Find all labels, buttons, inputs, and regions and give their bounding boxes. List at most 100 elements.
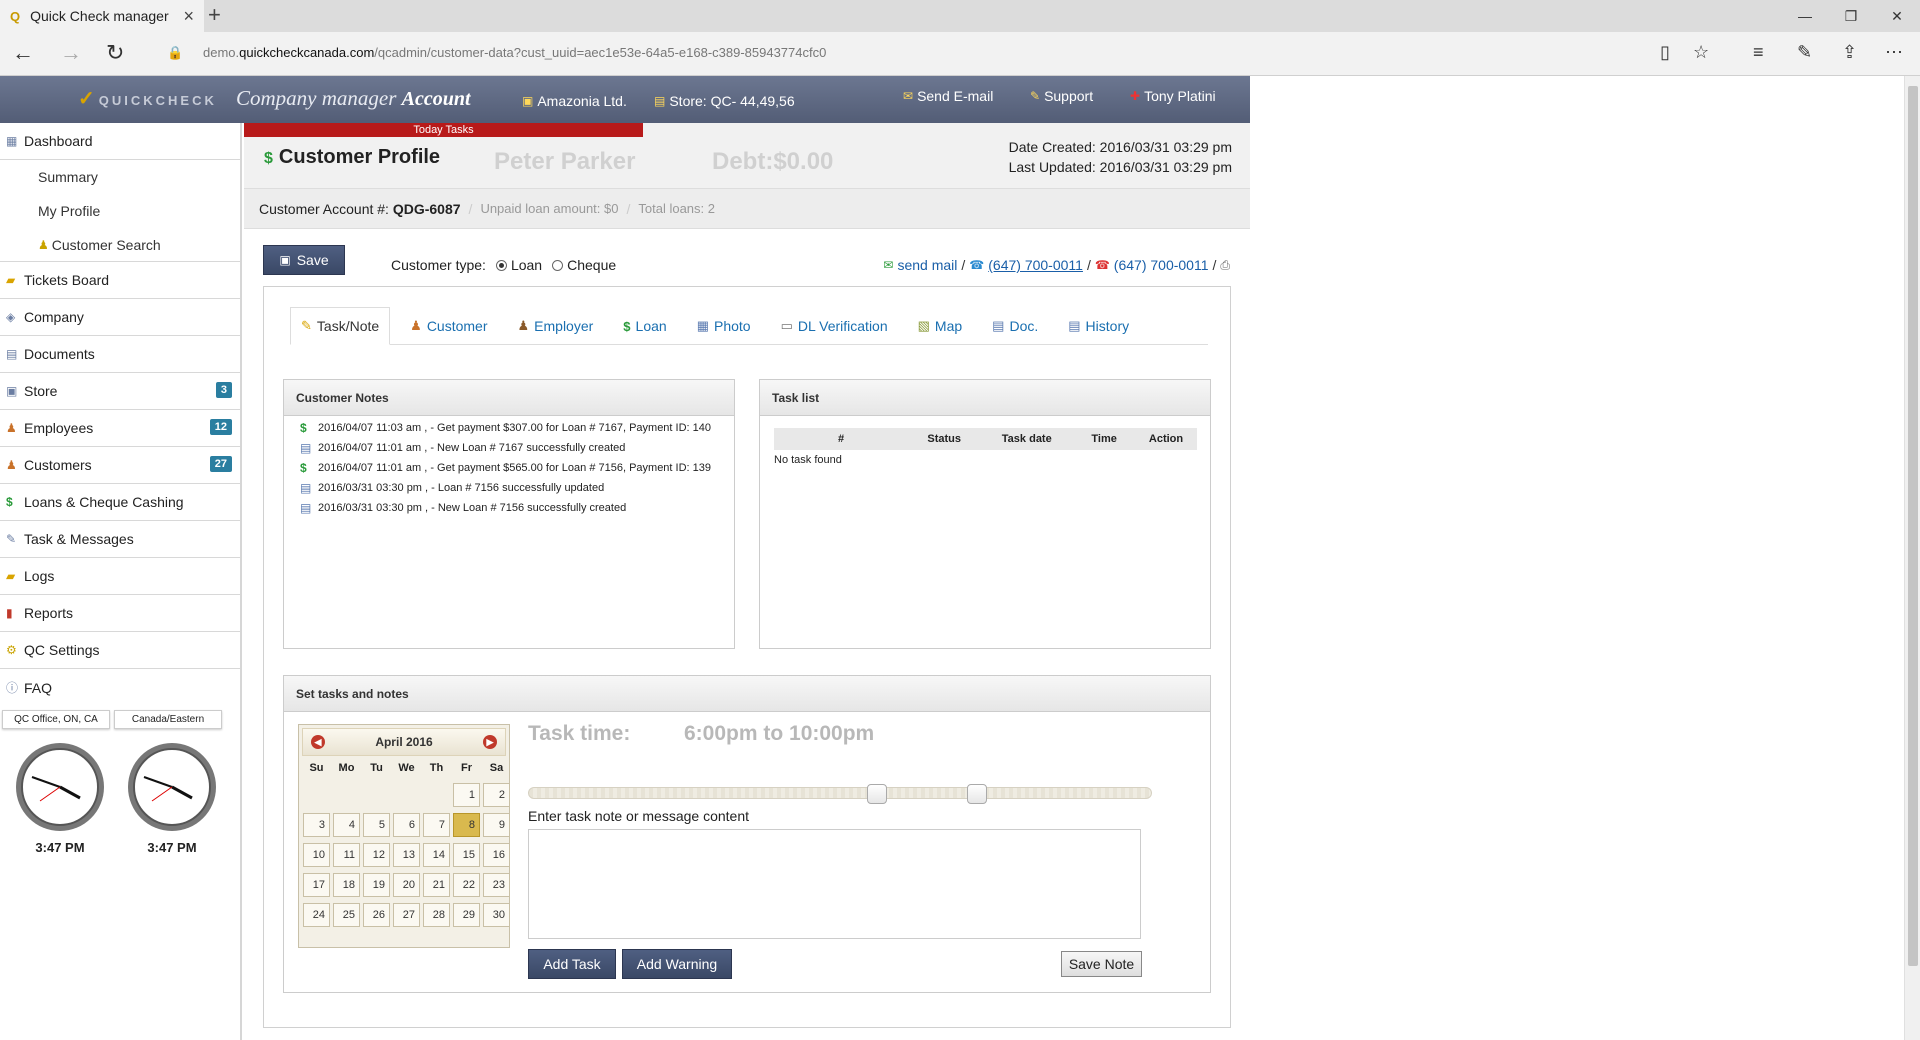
sidebar-item-tickets-board[interactable]: ▰ Tickets Board	[0, 262, 240, 299]
browser-tab[interactable]: Q Quick Check manager ×	[0, 0, 204, 32]
task-note-textarea[interactable]	[528, 829, 1141, 939]
new-tab-icon[interactable]: +	[208, 2, 221, 28]
tab-loan[interactable]: $ Loan	[613, 307, 676, 345]
close-tab-icon[interactable]: ×	[183, 6, 194, 27]
calendar-day[interactable]: 14	[423, 843, 450, 867]
sidebar-sub-customer-search[interactable]: ♟ Customer Search	[0, 228, 240, 262]
calendar-day[interactable]: 7	[423, 813, 450, 837]
calendar-day[interactable]: 19	[363, 873, 390, 897]
prev-month-icon[interactable]: ◀	[311, 735, 325, 749]
store-indicator[interactable]: ▤ Store: QC- 44,49,56	[654, 93, 795, 109]
add-warning-button[interactable]: Add Warning	[622, 949, 732, 979]
sidebar-item-dashboard[interactable]: ▦ Dashboard	[0, 123, 240, 160]
cheque-radio[interactable]	[552, 259, 564, 271]
loan-radio[interactable]	[495, 259, 507, 271]
reading-view-icon[interactable]: ▯	[1660, 42, 1670, 63]
calendar-day[interactable]: 6	[393, 813, 420, 837]
send-mail-link[interactable]: send mail	[897, 257, 957, 273]
url-field[interactable]: demo.quickcheckcanada.com/qcadmin/custom…	[203, 45, 826, 60]
more-icon[interactable]: ⋯	[1885, 42, 1903, 63]
calendar-day[interactable]: 8	[453, 813, 480, 837]
today-tasks-bar[interactable]: Today Tasks	[244, 123, 643, 137]
add-task-button[interactable]: Add Task	[528, 949, 616, 979]
slider-start-handle[interactable]	[867, 784, 888, 804]
send-email-link[interactable]: ✉ Send E-mail	[903, 88, 993, 104]
task-time-slider[interactable]	[528, 784, 1152, 804]
calendar-day[interactable]: 13	[393, 843, 420, 867]
calendar-day[interactable]: 26	[363, 903, 390, 927]
sidebar-item-logs[interactable]: ▰ Logs	[0, 558, 240, 595]
calendar-day[interactable]: 28	[423, 903, 450, 927]
calendar-day[interactable]: 1	[453, 783, 480, 807]
favorite-star-icon[interactable]: ☆	[1693, 42, 1709, 63]
sidebar-item-faq[interactable]: ⓘ FAQ	[0, 669, 240, 706]
calendar-day[interactable]: 9	[483, 813, 510, 837]
tab-customer[interactable]: ♟ Customer	[400, 307, 497, 345]
scrollbar-thumb[interactable]	[1908, 86, 1918, 966]
calendar-day[interactable]: 25	[333, 903, 360, 927]
sidebar-item-employees[interactable]: ♟ Employees 12	[0, 410, 240, 447]
save-note-button[interactable]: Save Note	[1061, 951, 1142, 977]
tab-doc[interactable]: ▤ Doc.	[982, 307, 1048, 345]
minimize-icon[interactable]: —	[1782, 0, 1828, 32]
sidebar-item-company[interactable]: ◈ Company	[0, 299, 240, 336]
calendar-day[interactable]: 30	[483, 903, 510, 927]
tab-map[interactable]: ▧ Map	[908, 307, 973, 345]
timezone-office[interactable]: QC Office, ON, CA	[2, 710, 110, 729]
print-icon[interactable]: ⎙	[1220, 258, 1230, 273]
refresh-icon[interactable]: ↻	[106, 40, 124, 66]
calendar-day[interactable]: 18	[333, 873, 360, 897]
tab-employer[interactable]: ♟ Employer	[508, 307, 604, 345]
tab-history[interactable]: ▤ History	[1058, 307, 1139, 345]
sidebar-item-tasks[interactable]: ✎ Task & Messages	[0, 521, 240, 558]
page-scrollbar[interactable]	[1904, 76, 1920, 1040]
user-menu[interactable]: ✚ Tony Platini	[1130, 88, 1216, 104]
restore-icon[interactable]: ❐	[1828, 0, 1874, 32]
sidebar-item-reports[interactable]: ▮ Reports	[0, 595, 240, 632]
phone-link[interactable]: (647) 700-0011	[988, 257, 1083, 273]
share-icon[interactable]: ⇪	[1842, 42, 1857, 63]
sidebar-item-loans[interactable]: $ Loans & Cheque Cashing	[0, 484, 240, 521]
sidebar-item-customers[interactable]: ♟ Customers 27	[0, 447, 240, 484]
calendar-day[interactable]: 10	[303, 843, 330, 867]
web-note-icon[interactable]: ✎	[1797, 42, 1812, 63]
tab-photo[interactable]: ▦ Photo	[687, 307, 761, 345]
calendar-day[interactable]: 24	[303, 903, 330, 927]
calendar-day[interactable]: 12	[363, 843, 390, 867]
calendar-day[interactable]: 23	[483, 873, 510, 897]
support-link[interactable]: ✎ Support	[1030, 88, 1093, 104]
calendar-day[interactable]: 2	[483, 783, 510, 807]
calendar-day[interactable]: 4	[333, 813, 360, 837]
customer-icon: ♟	[410, 318, 422, 333]
sms-link[interactable]: (647) 700-0011	[1114, 257, 1209, 273]
slider-end-handle[interactable]	[966, 784, 987, 804]
calendar-day[interactable]: 22	[453, 873, 480, 897]
calendar-day[interactable]: 20	[393, 873, 420, 897]
hub-icon[interactable]: ≡	[1753, 42, 1764, 63]
next-month-icon[interactable]: ▶	[483, 735, 497, 749]
sidebar-item-store[interactable]: ▣ Store 3	[0, 373, 240, 410]
task-time-label: Task time:	[528, 722, 631, 745]
sidebar-sub-my-profile[interactable]: My Profile	[0, 194, 240, 228]
sidebar-sub-summary[interactable]: Summary	[0, 160, 240, 194]
tab-dl-verification[interactable]: ▭ DL Verification	[771, 307, 898, 345]
close-window-icon[interactable]: ✕	[1874, 0, 1920, 32]
calendar-day[interactable]: 15	[453, 843, 480, 867]
calendar-day[interactable]: 27	[393, 903, 420, 927]
logo[interactable]: ✓ QUICKCHECK	[78, 86, 217, 111]
calendar-day[interactable]: 16	[483, 843, 510, 867]
calendar-day[interactable]: 17	[303, 873, 330, 897]
calendar-day[interactable]: 21	[423, 873, 450, 897]
save-button[interactable]: ▣ Save	[263, 245, 345, 275]
timezone-eastern[interactable]: Canada/Eastern	[114, 710, 222, 729]
calendar-day[interactable]: 5	[363, 813, 390, 837]
forward-icon[interactable]: →	[60, 40, 82, 66]
calendar-day[interactable]: 3	[303, 813, 330, 837]
back-icon[interactable]: ←	[12, 40, 34, 66]
calendar-day[interactable]: 11	[333, 843, 360, 867]
sidebar-item-documents[interactable]: ▤ Documents	[0, 336, 240, 373]
sidebar-item-qc-settings[interactable]: ⚙ QC Settings	[0, 632, 240, 669]
calendar-day[interactable]: 29	[453, 903, 480, 927]
company-indicator[interactable]: ▣ Amazonia Ltd.	[522, 93, 627, 109]
tab-task-note[interactable]: ✎ Task/Note	[290, 307, 391, 345]
